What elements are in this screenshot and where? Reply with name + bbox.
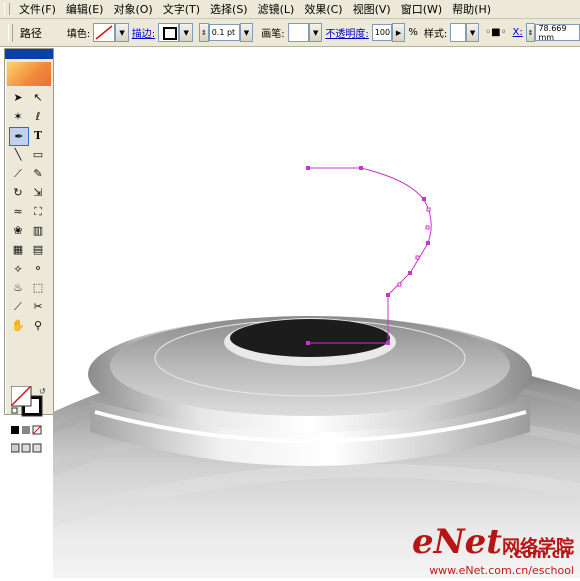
selection-tool-icon[interactable]: ➤ (9, 89, 27, 106)
type-tool-icon[interactable]: T (29, 127, 47, 144)
gradient-tool-icon[interactable]: ▤ (29, 241, 47, 258)
menu-edit[interactable]: 编辑(E) (61, 1, 109, 17)
menu-type[interactable]: 文字(T) (158, 1, 205, 17)
menu-window[interactable]: 窗口(W) (396, 1, 447, 17)
fill-stroke-icon[interactable]: ↺ (10, 385, 49, 460)
style-label: 样式: (423, 29, 448, 40)
line-tool-icon[interactable]: ╲ (9, 146, 27, 163)
knob-top (230, 319, 390, 357)
x-field[interactable]: 78.669 mm (535, 24, 580, 42)
artboard-canvas[interactable] (50, 48, 580, 578)
stroke-dropdown[interactable]: ▼ (179, 23, 193, 42)
fill-label: 填色: (66, 29, 91, 40)
fill-stroke-widget: ↺ (10, 385, 49, 463)
control-handle[interactable] (415, 255, 420, 260)
direct-selection-tool-icon[interactable]: ↖ (29, 89, 47, 106)
style-swatch[interactable] (450, 23, 466, 42)
brush-label: 画笔: (261, 29, 285, 40)
menu-select[interactable]: 选择(S) (205, 1, 253, 17)
menu-filter[interactable]: 滤镜(L) (253, 1, 300, 17)
magic-wand-tool-icon[interactable]: ✶ (9, 108, 27, 125)
opacity-field[interactable]: 100 (371, 24, 392, 41)
fill-swatch[interactable] (93, 23, 116, 42)
stroke-weight-field[interactable]: 0.1 pt (208, 24, 240, 41)
control-handle[interactable] (397, 282, 402, 287)
svg-text:↺: ↺ (39, 387, 46, 396)
selection-type-label: 路径 (19, 26, 42, 40)
symbol-sprayer-tool-icon[interactable]: ❀ (9, 222, 27, 239)
graph-tool-icon[interactable]: ▥ (29, 222, 47, 239)
anchor-point[interactable] (306, 341, 310, 345)
anchor-point[interactable] (408, 271, 412, 275)
anchor-point[interactable] (306, 166, 310, 170)
menu-object[interactable]: 对象(O) (108, 1, 157, 17)
anchor-point[interactable] (359, 166, 363, 170)
free-transform-tool-icon[interactable]: ⛶ (29, 203, 47, 220)
menu-view[interactable]: 视图(V) (348, 1, 396, 17)
chevron-right-icon: ▶ (395, 28, 402, 37)
menu-help[interactable]: 帮助(H) (447, 1, 496, 17)
warp-tool-icon[interactable]: ≈ (9, 203, 27, 220)
reference-point-icon[interactable]: ◦■◦ (485, 27, 506, 38)
anchor-point[interactable] (422, 197, 426, 201)
eyedropper-tool-icon[interactable]: ⟡ (9, 260, 27, 277)
control-handle[interactable] (426, 207, 431, 212)
chevron-down-icon: ▼ (119, 28, 125, 37)
menu-effect[interactable]: 效果(C) (299, 1, 347, 17)
control-bar: 路径 填色: ▼ 描边: ▼ ⇕ 0.1 pt ▼ 画笔: ▼ 不透明度: 10… (0, 19, 580, 47)
stroke-label[interactable]: 描边: (132, 25, 155, 40)
pen-tool-icon[interactable]: ✒ (9, 127, 29, 146)
x-stepper[interactable]: ⇕ (525, 23, 536, 42)
fill-dropdown[interactable]: ▼ (115, 23, 129, 42)
menu-grip (4, 3, 10, 15)
no-fill-icon (95, 25, 113, 40)
pencil-tool-icon[interactable]: ✎ (29, 165, 47, 182)
tools-grid: ➤ ↖ ✶ ℓ ✒ T ╲ ▭ ⟋ ✎ ↻ ⇲ ≈ ⛶ ❀ ▥ ▦ ▤ ⟡ ⚬ … (9, 89, 51, 336)
watermark-brand: eNet (411, 522, 502, 562)
menu-bar: 文件(F) 编辑(E) 对象(O) 文字(T) 选择(S) 滤镜(L) 效果(C… (0, 0, 580, 19)
mesh-tool-icon[interactable]: ▦ (9, 241, 27, 258)
stroke-weight-stepper[interactable]: ⇕ (198, 23, 209, 42)
style-dropdown[interactable]: ▼ (465, 23, 480, 42)
opacity-dropdown[interactable]: ▶ (391, 23, 406, 42)
stroke-swatch[interactable] (158, 23, 180, 42)
percent-label: % (408, 27, 418, 38)
artwork[interactable] (50, 48, 580, 578)
anchor-point[interactable] (386, 341, 390, 345)
rotate-tool-icon[interactable]: ↻ (9, 184, 27, 201)
scissors-tool-icon[interactable]: ✂ (29, 298, 47, 315)
live-paint-selection-tool-icon[interactable]: ⬚ (29, 279, 47, 296)
chevron-down-icon: ▼ (312, 28, 319, 37)
stepper-arrows-icon: ⇕ (527, 28, 534, 37)
slice-tool-icon[interactable]: ⟋ (9, 298, 27, 315)
app-logo (7, 62, 51, 86)
watermark-url: www.eNet.com.cn/eschool (429, 564, 574, 577)
chevron-down-icon: ▼ (469, 28, 476, 37)
opacity-label[interactable]: 不透明度: (325, 25, 368, 40)
brush-swatch[interactable] (287, 23, 309, 42)
stroke-weight-dropdown[interactable]: ▼ (239, 23, 254, 42)
stepper-arrows-icon: ⇕ (200, 28, 207, 37)
tools-panel-titlebar[interactable] (5, 49, 53, 59)
live-paint-tool-icon[interactable]: ♨ (9, 279, 27, 296)
control-grip (8, 23, 13, 42)
chevron-down-icon: ▼ (183, 28, 189, 37)
rectangle-tool-icon[interactable]: ▭ (29, 146, 47, 163)
chevron-down-icon: ▼ (243, 28, 250, 37)
anchor-point[interactable] (426, 241, 430, 245)
stroke-square-icon (163, 27, 178, 40)
x-label[interactable]: X: (513, 27, 523, 38)
paintbrush-tool-icon[interactable]: ⟋ (9, 165, 27, 182)
brush-dropdown[interactable]: ▼ (308, 23, 323, 42)
tools-panel: ➤ ↖ ✶ ℓ ✒ T ╲ ▭ ⟋ ✎ ↻ ⇲ ≈ ⛶ ❀ ▥ ▦ ▤ ⟡ ⚬ … (4, 48, 54, 453)
watermark-domain: .com.cn (508, 546, 570, 562)
zoom-tool-icon[interactable]: ⚲ (29, 317, 47, 334)
menu-file[interactable]: 文件(F) (14, 1, 61, 17)
scale-tool-icon[interactable]: ⇲ (29, 184, 47, 201)
blend-tool-icon[interactable]: ⚬ (29, 260, 47, 277)
lasso-tool-icon[interactable]: ℓ (29, 108, 47, 125)
control-handle[interactable] (425, 225, 430, 230)
hand-tool-icon[interactable]: ✋ (9, 317, 27, 334)
anchor-point[interactable] (386, 293, 390, 297)
